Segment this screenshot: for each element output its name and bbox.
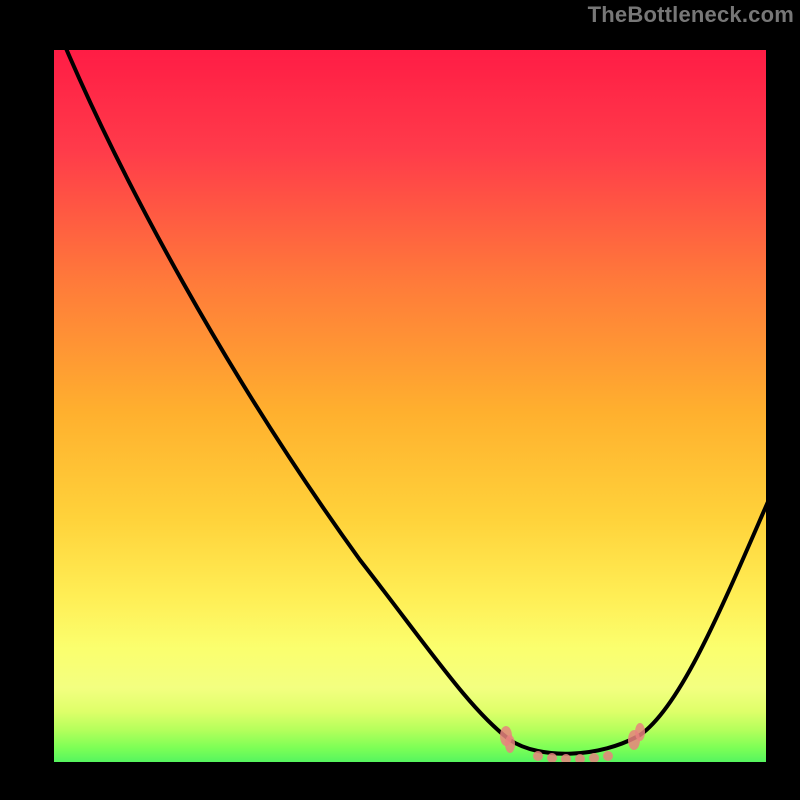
chart-frame: TheBottleneck.com [0, 0, 800, 800]
trough-dot [505, 735, 515, 753]
trough-dot [635, 723, 645, 741]
bottleneck-curve-chart [0, 0, 800, 800]
heat-gradient-background [36, 32, 784, 688]
trough-dot [533, 751, 543, 761]
trough-dot [547, 753, 557, 763]
trough-dot [603, 751, 613, 761]
watermark-text: TheBottleneck.com [588, 2, 794, 28]
trough-dot [589, 753, 599, 763]
